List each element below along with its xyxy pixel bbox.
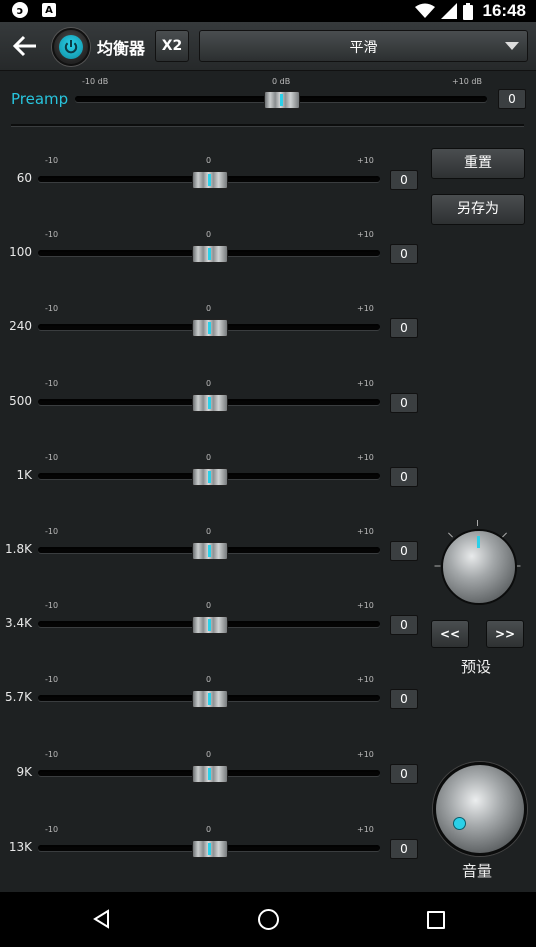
next-preset-button[interactable]: >> bbox=[486, 620, 524, 648]
app-notification-icon: ↄ bbox=[12, 2, 28, 18]
band-scale-min-label: -10 bbox=[45, 527, 59, 536]
band-scale-max-label: +10 bbox=[357, 601, 374, 610]
text-notification-icon: A bbox=[42, 3, 56, 17]
band-scale-min-label: -10 bbox=[45, 601, 59, 610]
band-scale-max-label: +10 bbox=[357, 750, 374, 759]
band-scale-min-label: -10 bbox=[45, 304, 59, 313]
chevron-down-icon bbox=[505, 42, 519, 50]
band-scale-min-label: -10 bbox=[45, 750, 59, 759]
band-scale-mid-label: 0 bbox=[206, 379, 212, 388]
band-value: 0 bbox=[390, 764, 418, 784]
band-scale-min-label: -10 bbox=[45, 453, 59, 462]
preamp-mid-label: 0 dB bbox=[272, 77, 291, 86]
band-value: 0 bbox=[390, 839, 418, 859]
save-as-button[interactable]: 另存为 bbox=[431, 194, 525, 225]
band-slider-thumb[interactable] bbox=[192, 319, 228, 337]
preset-knob[interactable] bbox=[441, 529, 517, 605]
band-slider-thumb[interactable] bbox=[192, 690, 228, 708]
band-scale-min-label: -10 bbox=[45, 675, 59, 684]
band-scale-min-label: -10 bbox=[45, 230, 59, 239]
dial-tick bbox=[448, 532, 453, 538]
back-arrow-icon[interactable] bbox=[12, 34, 38, 58]
band-scale-mid-label: 0 bbox=[206, 156, 212, 165]
band-value: 0 bbox=[390, 541, 418, 561]
band-slider-thumb[interactable] bbox=[192, 468, 228, 486]
power-icon bbox=[59, 35, 83, 59]
band-frequency-label: 1K bbox=[16, 468, 32, 482]
volume-caption: 音量 bbox=[462, 862, 493, 880]
nav-home-icon[interactable] bbox=[258, 909, 279, 930]
band-value: 0 bbox=[390, 244, 418, 264]
band-scale-mid-label: 0 bbox=[206, 230, 212, 239]
x2-button[interactable]: X2 bbox=[155, 30, 189, 62]
band-slider-thumb[interactable] bbox=[192, 616, 228, 634]
band-value: 0 bbox=[390, 615, 418, 635]
band-scale-mid-label: 0 bbox=[206, 453, 212, 462]
band-scale-max-label: +10 bbox=[357, 304, 374, 313]
system-nav-bar bbox=[0, 892, 536, 947]
preamp-value: 0 bbox=[498, 89, 526, 109]
preset-caption: 预设 bbox=[461, 658, 492, 676]
preset-dropdown[interactable]: 平滑 bbox=[199, 30, 528, 62]
band-frequency-label: 3.4K bbox=[5, 616, 32, 630]
band-value: 0 bbox=[390, 393, 418, 413]
band-scale-min-label: -10 bbox=[45, 825, 59, 834]
preamp-max-label: +10 dB bbox=[452, 77, 482, 86]
reset-button[interactable]: 重置 bbox=[431, 148, 525, 179]
band-frequency-label: 9K bbox=[16, 765, 32, 779]
band-frequency-label: 240 bbox=[9, 319, 32, 333]
band-scale-max-label: +10 bbox=[357, 453, 374, 462]
status-bar: ↄ A 16:48 bbox=[0, 0, 536, 22]
band-scale-max-label: +10 bbox=[357, 230, 374, 239]
app-bar: 均衡器 X2 平滑 bbox=[0, 22, 536, 71]
dial-tick bbox=[477, 520, 478, 526]
band-scale-max-label: +10 bbox=[357, 527, 374, 536]
band-frequency-label: 5.7K bbox=[5, 690, 32, 704]
power-toggle-button[interactable] bbox=[52, 28, 90, 66]
band-frequency-label: 60 bbox=[16, 171, 32, 185]
band-scale-mid-label: 0 bbox=[206, 527, 212, 536]
preamp-slider-thumb[interactable] bbox=[264, 91, 300, 109]
band-scale-min-label: -10 bbox=[45, 156, 59, 165]
wifi-icon bbox=[414, 3, 435, 18]
band-value: 0 bbox=[390, 467, 418, 487]
volume-knob[interactable] bbox=[433, 762, 527, 856]
band-slider-thumb[interactable] bbox=[192, 840, 228, 858]
band-slider-thumb[interactable] bbox=[192, 542, 228, 560]
band-scale-mid-label: 0 bbox=[206, 675, 212, 684]
band-slider-thumb[interactable] bbox=[192, 171, 228, 189]
band-scale-mid-label: 0 bbox=[206, 750, 212, 759]
dial-tick bbox=[434, 565, 441, 567]
band-scale-min-label: -10 bbox=[45, 379, 59, 388]
preamp-label: Preamp bbox=[11, 90, 69, 108]
band-frequency-label: 13K bbox=[8, 840, 32, 854]
band-scale-mid-label: 0 bbox=[206, 601, 212, 610]
preamp-min-label: -10 dB bbox=[82, 77, 109, 86]
band-slider-thumb[interactable] bbox=[192, 394, 228, 412]
band-scale-max-label: +10 bbox=[357, 675, 374, 684]
status-time: 16:48 bbox=[482, 1, 526, 20]
band-value: 0 bbox=[390, 689, 418, 709]
preset-dropdown-value: 平滑 bbox=[349, 40, 378, 56]
band-scale-mid-label: 0 bbox=[206, 825, 212, 834]
signal-icon bbox=[440, 3, 457, 19]
band-slider-thumb[interactable] bbox=[192, 765, 228, 783]
nav-back-icon[interactable] bbox=[92, 909, 110, 929]
band-frequency-label: 500 bbox=[9, 394, 32, 408]
band-scale-max-label: +10 bbox=[357, 379, 374, 388]
band-scale-max-label: +10 bbox=[357, 156, 374, 165]
band-scale-max-label: +10 bbox=[357, 825, 374, 834]
band-value: 0 bbox=[390, 170, 418, 190]
band-scale-mid-label: 0 bbox=[206, 304, 212, 313]
nav-recents-icon[interactable] bbox=[427, 911, 445, 929]
band-frequency-label: 1.8K bbox=[5, 542, 32, 556]
divider bbox=[11, 124, 524, 127]
battery-icon bbox=[462, 2, 473, 20]
band-frequency-label: 100 bbox=[9, 245, 32, 259]
band-value: 0 bbox=[390, 318, 418, 338]
band-slider-thumb[interactable] bbox=[192, 245, 228, 263]
page-title: 均衡器 bbox=[97, 39, 146, 58]
previous-preset-button[interactable]: << bbox=[431, 620, 469, 648]
